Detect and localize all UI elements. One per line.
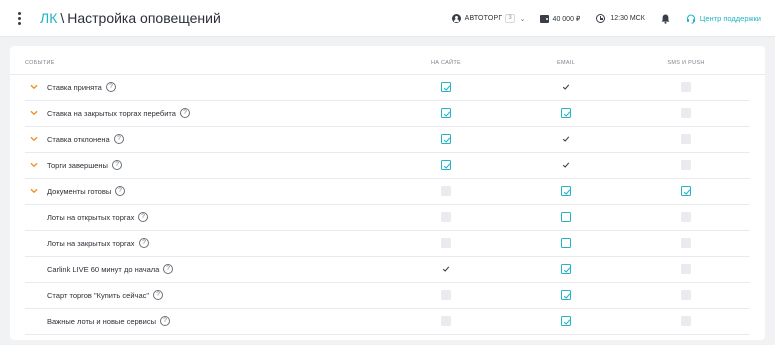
event-label: Ставка на закрытых торгах перебита: [47, 109, 176, 118]
table-row: Старт торгов "Купить сейчас"?: [25, 283, 750, 309]
checkbox-sms: [681, 82, 691, 92]
checkbox-sms: [681, 212, 691, 222]
table-row: Ставка отклонена?: [25, 127, 750, 153]
event-label: Торги завершены: [47, 161, 108, 170]
headset-icon: [686, 13, 695, 24]
help-icon[interactable]: ?: [115, 186, 125, 196]
top-bar: ЛК \ Настройка оповещений АВТОТОРГ 3 ⌄ 40 …: [0, 0, 775, 37]
checkbox-sms: [681, 264, 691, 274]
kebab-menu-icon[interactable]: [9, 8, 29, 28]
account-switcher[interactable]: АВТОТОРГ 3 ⌄: [451, 14, 526, 23]
column-header-sms: SMS И PUSH: [667, 60, 705, 66]
help-icon[interactable]: ?: [114, 134, 124, 144]
column-header-site: НА САЙТЕ: [430, 60, 462, 66]
chevron-down-icon: ⌄: [519, 15, 526, 23]
checkbox-sms: [681, 134, 691, 144]
table-row: Лоты на закрытых торгах?: [25, 231, 750, 257]
event-label: Важные лоты и новые сервисы: [47, 317, 156, 326]
checkbox-site[interactable]: [441, 160, 451, 170]
time-value: 12:30 МСК: [610, 15, 645, 22]
time-widget: 12:30 МСК: [596, 14, 645, 23]
help-icon[interactable]: ?: [106, 82, 116, 92]
help-icon[interactable]: ?: [138, 212, 148, 222]
checkbox-email[interactable]: [561, 238, 571, 248]
checkbox-site[interactable]: [441, 134, 451, 144]
checkbox-site: [441, 238, 451, 248]
event-label: Старт торгов "Купить сейчас": [47, 291, 150, 300]
header-right-group: АВТОТОРГ 3 ⌄ 40 000 ₽ 12:30 МСК Центр по…: [451, 0, 761, 37]
clock-icon: [596, 14, 606, 23]
table-header: СОБЫТИЕ НА САЙТЕ EMAIL SMS И PUSH: [10, 46, 765, 75]
table-row: Ставка на закрытых торгах перебита?: [25, 101, 750, 127]
checkbox-email[interactable]: [561, 264, 571, 274]
event-label: Ставка принята: [47, 83, 102, 92]
checkbox-sms: [681, 108, 691, 118]
table-row: Лоты на открытых торгах?: [25, 205, 750, 231]
help-icon[interactable]: ?: [163, 264, 173, 274]
help-icon[interactable]: ?: [160, 316, 170, 326]
table-row: Ставка принята?: [25, 75, 750, 101]
checkbox-email[interactable]: [561, 186, 571, 196]
checkbox-email[interactable]: [561, 108, 571, 118]
event-label: Ставка отклонена: [47, 135, 110, 144]
balance-widget[interactable]: 40 000 ₽: [539, 14, 581, 23]
checkbox-sms: [681, 316, 691, 326]
account-name: АВТОТОРГ: [464, 15, 503, 22]
checkbox-sms: [681, 238, 691, 248]
checkbox-sms: [681, 290, 691, 300]
support-center-link[interactable]: Центр поддержки: [686, 13, 761, 24]
chevron-down-icon[interactable]: [30, 187, 38, 195]
help-icon[interactable]: ?: [112, 160, 122, 170]
chevron-down-icon[interactable]: [30, 135, 38, 143]
breadcrumb-root-link[interactable]: ЛК: [40, 10, 57, 26]
checkbox-email: [561, 160, 571, 170]
column-header-event: СОБЫТИЕ: [25, 60, 55, 66]
help-icon[interactable]: ?: [180, 108, 190, 118]
table-row: Торги завершены?: [25, 153, 750, 179]
event-label: Лоты на закрытых торгах: [47, 239, 135, 248]
notifications-card: СОБЫТИЕ НА САЙТЕ EMAIL SMS И PUSH Ставка…: [10, 46, 765, 340]
chevron-down-icon[interactable]: [30, 161, 38, 169]
checkbox-site: [441, 290, 451, 300]
checkbox-email: [561, 134, 571, 144]
account-badge: 3: [505, 14, 515, 23]
column-header-email: EMAIL: [556, 60, 576, 66]
checkbox-email[interactable]: [561, 290, 571, 300]
checkbox-sms: [681, 160, 691, 170]
checkbox-site: [441, 264, 451, 274]
table-row: Carlink LIVE 60 минут до начала?: [25, 257, 750, 283]
checkbox-site: [441, 212, 451, 222]
user-icon: [451, 14, 461, 23]
event-label: Документы готовы: [47, 187, 112, 196]
breadcrumb-separator: \: [60, 10, 65, 26]
checkbox-site: [441, 316, 451, 326]
chevron-down-icon[interactable]: [30, 83, 38, 91]
checkbox-site[interactable]: [441, 82, 451, 92]
breadcrumb-current: Настройка оповещений: [67, 10, 221, 26]
event-label: Лоты на открытых торгах: [47, 213, 135, 222]
table-row: Документы готовы?: [25, 179, 750, 205]
checkbox-site[interactable]: [441, 108, 451, 118]
page-title: ЛК \ Настройка оповещений: [40, 9, 221, 27]
checkbox-email: [561, 82, 571, 92]
balance-value: 40 000 ₽: [552, 15, 581, 23]
support-label: Центр поддержки: [699, 14, 761, 23]
checkbox-sms[interactable]: [681, 186, 691, 196]
event-label: Carlink LIVE 60 минут до начала: [47, 265, 160, 274]
table-row: Важные лоты и новые сервисы?: [25, 309, 750, 335]
checkbox-email[interactable]: [561, 212, 571, 222]
help-icon[interactable]: ?: [153, 290, 163, 300]
checkbox-email[interactable]: [561, 316, 571, 326]
help-icon[interactable]: ?: [139, 238, 149, 248]
bell-icon[interactable]: [661, 14, 670, 24]
wallet-icon: [539, 14, 549, 23]
chevron-down-icon[interactable]: [30, 109, 38, 117]
checkbox-site: [441, 186, 451, 196]
